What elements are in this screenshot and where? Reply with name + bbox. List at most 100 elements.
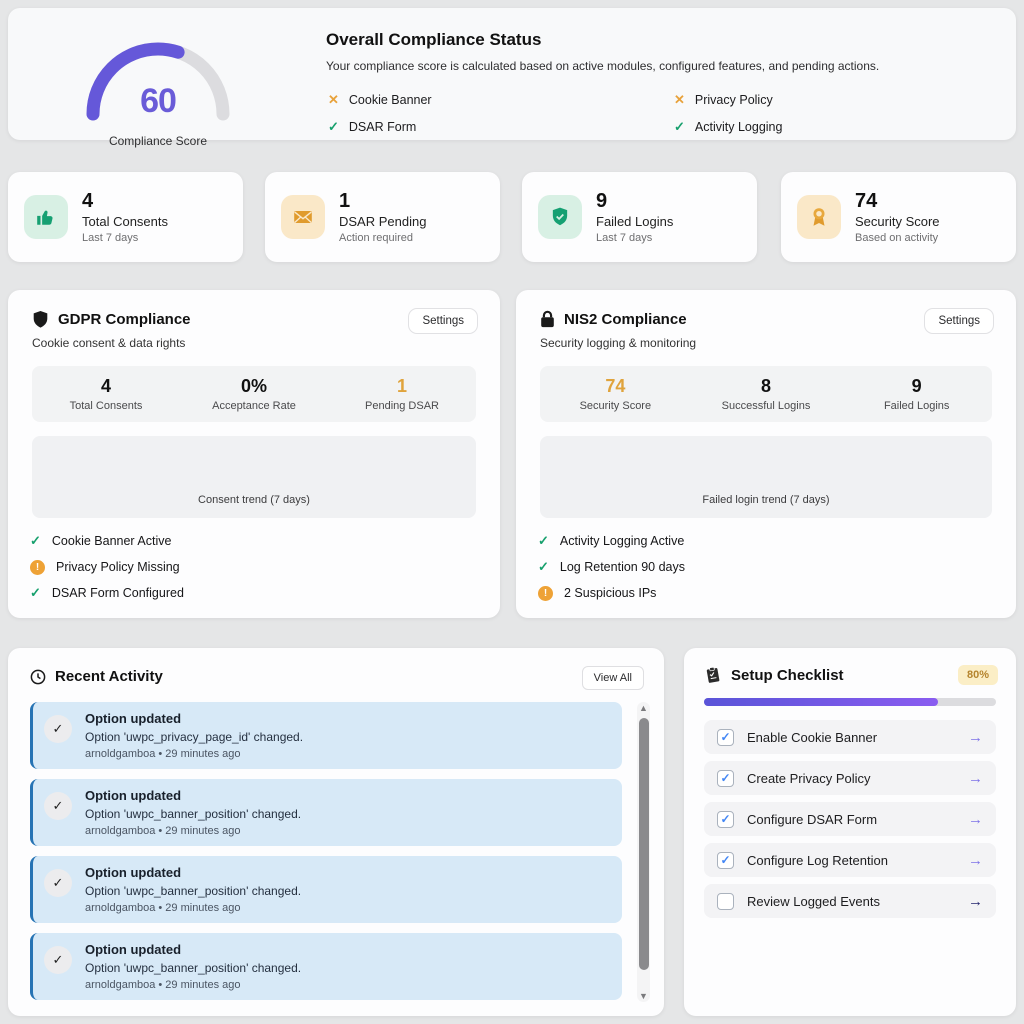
checklist-item-review-logged-events[interactable]: Review Logged Events →	[704, 884, 996, 918]
activity-list-item[interactable]: ✓ Option updated Option 'uwpc_banner_pos…	[30, 933, 622, 1000]
status-label: 2 Suspicious IPs	[564, 586, 656, 600]
activity-meta: arnoldgamboa • 29 minutes ago	[85, 902, 301, 914]
shield-icon	[32, 310, 49, 329]
check-circle-icon: ✓	[44, 869, 72, 897]
stat-value: 1	[339, 190, 426, 212]
clipboard-icon	[703, 665, 724, 686]
nis2-status-suspicious-ips: ! 2 Suspicious IPs	[538, 580, 992, 606]
stat-value: 9	[596, 190, 673, 212]
compliance-score-label: Compliance Score	[78, 134, 238, 148]
checkbox-checked-icon[interactable]: ✓	[717, 852, 734, 869]
overall-item-privacy-policy: ✕ Privacy Policy	[674, 86, 988, 113]
gdpr-settings-button[interactable]: Settings	[408, 308, 478, 334]
stat-card-failed-logins: 9 Failed Logins Last 7 days	[522, 172, 757, 262]
checklist-item-configure-log-retention[interactable]: ✓ Configure Log Retention →	[704, 843, 996, 877]
scroll-down-icon[interactable]: ▼	[637, 991, 650, 1001]
stat-sublabel: Last 7 days	[596, 232, 673, 244]
status-label: Activity Logging Active	[560, 534, 684, 548]
overall-compliance-card: 60 Compliance Score Overall Compliance S…	[8, 8, 1016, 140]
activity-scrollbar[interactable]: ▲ ▼	[637, 702, 650, 1002]
gdpr-stat-label: Total Consents	[32, 400, 180, 412]
check-icon: ✓	[538, 559, 549, 575]
warning-icon: !	[30, 560, 45, 575]
scroll-up-icon[interactable]: ▲	[637, 703, 650, 713]
status-label: Log Retention 90 days	[560, 560, 685, 574]
checklist-item-configure-dsar-form[interactable]: ✓ Configure DSAR Form →	[704, 802, 996, 836]
activity-title: Option updated	[85, 942, 301, 957]
nis2-stats-strip: 74 Security Score 8 Successful Logins 9 …	[540, 366, 992, 422]
recent-activity-title: Recent Activity	[55, 668, 163, 685]
activity-list-item[interactable]: ✓ Option updated Option 'uwpc_privacy_pa…	[30, 702, 622, 769]
stat-value: 74	[855, 190, 940, 212]
arrow-right-icon[interactable]: →	[968, 893, 983, 910]
activity-desc: Option 'uwpc_privacy_page_id' changed.	[85, 730, 303, 744]
setup-checklist-card: Setup Checklist 80% ✓ Enable Cookie Bann…	[684, 648, 1016, 1016]
activity-desc: Option 'uwpc_banner_position' changed.	[85, 884, 301, 898]
gdpr-card-title: GDPR Compliance	[58, 311, 191, 328]
checklist-label: Configure DSAR Form	[747, 812, 968, 827]
stat-label: Failed Logins	[596, 214, 673, 229]
nis2-status-activity-logging: ✓ Activity Logging Active	[538, 528, 992, 554]
check-icon: ✓	[30, 533, 41, 549]
arrow-right-icon[interactable]: →	[968, 770, 983, 787]
nis2-stat-value: 8	[691, 376, 842, 397]
stat-card-security-score: 74 Security Score Based on activity	[781, 172, 1016, 262]
check-icon: ✓	[674, 119, 685, 135]
arrow-right-icon[interactable]: →	[968, 852, 983, 869]
check-circle-icon: ✓	[44, 792, 72, 820]
checkbox-checked-icon[interactable]: ✓	[717, 729, 734, 746]
nis2-status-log-retention: ✓ Log Retention 90 days	[538, 554, 992, 580]
gdpr-stat-value: 1	[328, 376, 476, 397]
checklist-label: Review Logged Events	[747, 894, 968, 909]
view-all-button[interactable]: View All	[582, 666, 644, 690]
compliance-score-gauge: 60 Compliance Score	[78, 30, 238, 130]
nis2-stat-label: Failed Logins	[841, 400, 992, 412]
gdpr-stat-label: Pending DSAR	[328, 400, 476, 412]
nis2-card-title: NIS2 Compliance	[564, 311, 687, 328]
checkbox-checked-icon[interactable]: ✓	[717, 770, 734, 787]
overall-status-list: ✕ Cookie Banner ✕ Privacy Policy ✓ DSAR …	[328, 86, 988, 140]
thumbs-up-icon	[24, 195, 68, 239]
status-label: DSAR Form Configured	[52, 586, 184, 600]
failed-login-trend-chart-placeholder: Failed login trend (7 days)	[540, 436, 992, 518]
lock-icon	[540, 310, 555, 328]
nis2-compliance-card: NIS2 Compliance Settings Security loggin…	[516, 290, 1016, 618]
chart-caption: Consent trend (7 days)	[32, 494, 476, 506]
overall-subtitle: Your compliance score is calculated base…	[326, 59, 879, 73]
activity-list[interactable]: ✓ Option updated Option 'uwpc_privacy_pa…	[30, 702, 622, 1000]
activity-desc: Option 'uwpc_banner_position' changed.	[85, 807, 301, 821]
stat-sublabel: Action required	[339, 232, 426, 244]
activity-list-item[interactable]: ✓ Option updated Option 'uwpc_banner_pos…	[30, 856, 622, 923]
progress-bar-fill	[704, 698, 938, 706]
cross-icon: ✕	[674, 92, 685, 108]
checklist-item-create-privacy-policy[interactable]: ✓ Create Privacy Policy →	[704, 761, 996, 795]
checkbox-checked-icon[interactable]: ✓	[717, 811, 734, 828]
activity-title: Option updated	[85, 788, 301, 803]
warning-icon: !	[538, 586, 553, 601]
stat-card-total-consents: 4 Total Consents Last 7 days	[8, 172, 243, 262]
checkbox-unchecked-icon[interactable]	[717, 893, 734, 910]
overall-item-label: Cookie Banner	[349, 93, 432, 107]
check-icon: ✓	[538, 533, 549, 549]
stat-label: Total Consents	[82, 214, 168, 229]
gdpr-status-privacy-policy: ! Privacy Policy Missing	[30, 554, 476, 580]
overall-item-label: Activity Logging	[695, 120, 783, 134]
arrow-right-icon[interactable]: →	[968, 729, 983, 746]
activity-list-item[interactable]: ✓ Option updated Option 'uwpc_banner_pos…	[30, 779, 622, 846]
nis2-stat-value: 9	[841, 376, 992, 397]
stat-sublabel: Based on activity	[855, 232, 940, 244]
nis2-settings-button[interactable]: Settings	[924, 308, 994, 334]
status-label: Privacy Policy Missing	[56, 560, 180, 574]
cross-icon: ✕	[328, 92, 339, 108]
checklist-item-enable-cookie-banner[interactable]: ✓ Enable Cookie Banner →	[704, 720, 996, 754]
progress-bar	[704, 698, 996, 706]
check-circle-icon: ✓	[44, 946, 72, 974]
recent-activity-card: Recent Activity View All ✓ Option update…	[8, 648, 664, 1016]
gdpr-stats-strip: 4 Total Consents 0% Acceptance Rate 1 Pe…	[32, 366, 476, 422]
activity-meta: arnoldgamboa • 29 minutes ago	[85, 748, 303, 760]
scrollbar-thumb[interactable]	[639, 718, 649, 970]
medal-icon	[797, 195, 841, 239]
shield-icon	[538, 195, 582, 239]
envelope-icon	[281, 195, 325, 239]
arrow-right-icon[interactable]: →	[968, 811, 983, 828]
